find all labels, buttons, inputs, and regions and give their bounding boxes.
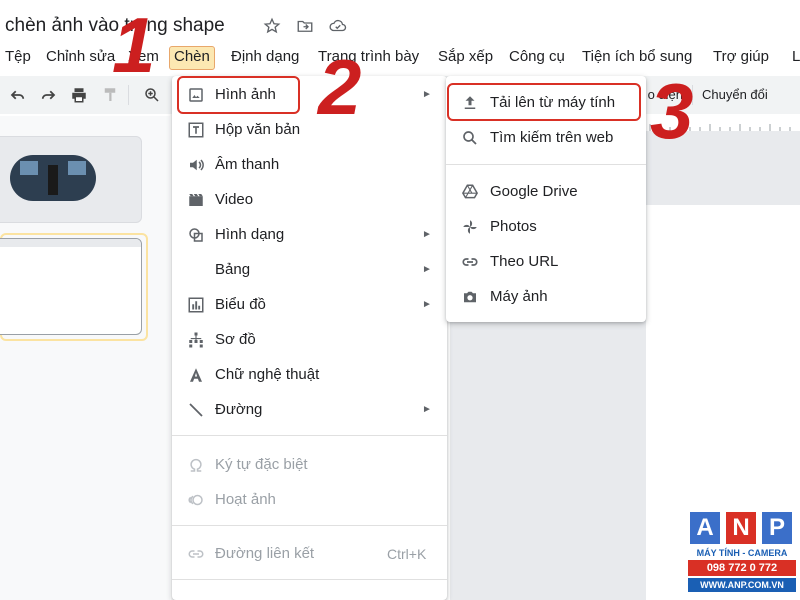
menu-item-label: Tìm kiếm trên web [490,129,614,146]
menu-item-photos[interactable]: Photos [446,210,646,244]
slide-filmstrip [0,116,170,600]
shape-icon [186,225,206,245]
word-art-icon [186,365,206,385]
menu-item-label: Biểu đồ [215,296,266,313]
undo-icon[interactable] [8,85,28,105]
search-icon [460,128,480,148]
star-icon[interactable] [262,16,282,36]
anp-watermark-logo: A N P MÁY TÍNH - CAMERA 098 772 0 772 WW… [688,512,796,596]
menu-item-diagram[interactable]: Sơ đồ [172,323,447,357]
submenu-arrow-icon: ► [422,89,432,100]
watermark-letter: N [726,512,756,544]
menu-item-label: Photos [490,218,537,235]
menu-item-label: Hoạt ảnh [215,491,276,508]
menu-item-search-web[interactable]: Tìm kiếm trên web [446,121,646,155]
menu-separator [172,525,447,526]
highlight-box-upload [447,83,641,121]
menu-item-label: Hình dạng [215,226,285,243]
menu-item-camera[interactable]: Máy ảnh [446,280,646,314]
animation-icon [186,490,206,510]
camera-icon [460,287,480,307]
menu-overflow[interactable]: L [792,46,800,70]
slide-thumbnail[interactable] [0,136,142,223]
submenu-arrow-icon: ► [422,404,432,415]
menu-arrange[interactable]: Sắp xếp [438,46,493,70]
omega-icon [186,455,206,475]
slide-thumbnail[interactable] [0,238,142,335]
print-icon[interactable] [69,85,89,105]
photos-pinwheel-icon [460,217,480,237]
menu-item-label: Âm thanh [215,156,280,173]
menu-item-text-box[interactable]: Hộp văn bản [172,113,447,147]
move-to-folder-icon[interactable] [295,16,315,36]
link-icon [186,544,206,564]
submenu-arrow-icon: ► [422,264,432,275]
watermark-website: WWW.ANP.COM.VN [688,578,796,592]
menu-insert[interactable]: Chèn [169,46,215,70]
watermark-letter: P [762,512,792,544]
keyboard-shortcut: Ctrl+K [387,546,427,562]
video-icon [186,190,206,210]
watermark-letter: A [690,512,720,544]
submenu-arrow-icon: ► [422,299,432,310]
menu-item-label: Chữ nghệ thuật [215,366,320,383]
slide-image-shape [10,155,96,201]
menu-file[interactable]: Tệp [5,46,31,70]
audio-icon [186,155,206,175]
menu-item-line[interactable]: Đường ► [172,393,447,427]
menu-item-video[interactable]: Video [172,183,447,217]
menu-separator [172,435,447,436]
menu-item-google-drive[interactable]: Google Drive [446,175,646,209]
menu-item-word-art[interactable]: Chữ nghệ thuật [172,358,447,392]
step-number-2: 2 [318,43,362,131]
menu-item-table[interactable]: Bảng ► [172,253,447,287]
chart-icon [186,295,206,315]
step-number-1: 1 [112,1,156,89]
menu-tools[interactable]: Công cụ [509,46,565,70]
insert-menu: Hình ảnh ► Hộp văn bản Âm thanh Video Hì… [172,76,447,600]
menu-item-label: Google Drive [490,183,578,200]
menu-separator [446,164,646,165]
watermark-subtitle: MÁY TÍNH - CAMERA [696,548,788,558]
step-number-3: 3 [650,67,694,155]
transition-button[interactable]: Chuyển đổi [702,87,768,102]
menu-item-label: Đường [215,401,263,418]
menu-item-by-url[interactable]: Theo URL [446,245,646,279]
submenu-arrow-icon: ► [422,229,432,240]
highlight-box-image [177,76,300,114]
menu-item-animation[interactable]: Hoạt ảnh [172,483,447,517]
menu-item-shape[interactable]: Hình dạng ► [172,218,447,252]
menu-item-label: Hộp văn bản [215,121,301,138]
menu-item-label: Ký tự đặc biệt [215,456,308,473]
watermark-phone: 098 772 0 772 [688,560,796,576]
menu-item-label: Bảng [215,261,251,278]
menu-item-chart[interactable]: Biểu đồ ► [172,288,447,322]
text-box-icon [186,120,206,140]
menu-item-label: Sơ đồ [215,331,256,348]
menu-item-label: Máy ảnh [490,288,548,305]
cloud-saved-icon[interactable] [328,16,348,36]
diagram-icon [186,330,206,350]
menu-help[interactable]: Trợ giúp [713,46,769,70]
menu-item-label: Video [215,191,254,208]
redo-icon[interactable] [38,85,58,105]
menu-separator [172,579,447,580]
google-drive-icon [460,182,480,202]
menu-item-link[interactable]: Đường liên kết Ctrl+K [172,537,447,571]
menu-item-label: Theo URL [490,253,559,270]
link-icon [460,252,480,272]
menu-edit[interactable]: Chỉnh sửa [46,46,115,70]
menu-item-special-characters[interactable]: Ký tự đặc biệt [172,448,447,482]
menu-item-audio[interactable]: Âm thanh [172,148,447,182]
menu-format[interactable]: Định dạng [231,46,299,70]
menu-item-label: Đường liên kết [215,545,315,562]
line-icon [186,400,206,420]
